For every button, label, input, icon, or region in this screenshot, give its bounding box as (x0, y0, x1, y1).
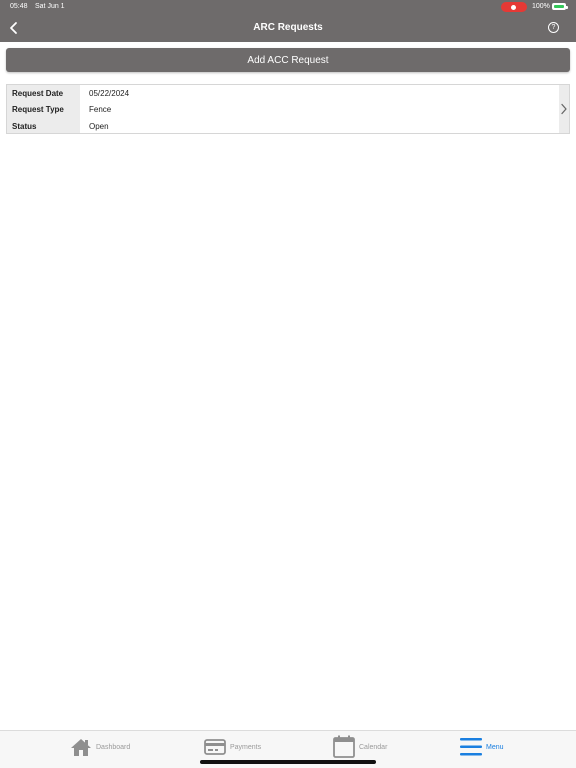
tab-dashboard-label: Dashboard (96, 743, 131, 751)
request-date-label: Request Date (12, 89, 64, 98)
request-type-label: Request Type (12, 105, 64, 114)
add-acc-request-button[interactable]: Add ACC Request (6, 48, 570, 72)
tab-calendar[interactable]: Calendar (333, 735, 387, 759)
tab-payments-label: Payments (230, 743, 262, 751)
request-status-label: Status (12, 122, 37, 131)
request-date-value: 05/22/2024 (89, 89, 130, 98)
request-detail-button[interactable] (559, 85, 569, 133)
request-type-value: Fence (89, 105, 112, 114)
question-circle-icon: ? (551, 24, 556, 31)
tab-dashboard[interactable]: Dashboard (70, 735, 130, 759)
tab-menu[interactable]: Menu (460, 735, 504, 759)
help-button[interactable]: ? (548, 22, 559, 33)
home-icon (71, 739, 91, 756)
status-bar: 05:48 Sat Jun 1 100% (0, 0, 576, 14)
screen-recording-icon (501, 2, 527, 12)
hamburger-icon (460, 738, 482, 756)
tab-payments[interactable]: Payments (204, 735, 261, 759)
battery-percentage: 100% (532, 3, 550, 10)
tab-menu-label: Menu (486, 743, 504, 751)
home-indicator[interactable] (200, 760, 376, 764)
battery-icon (552, 3, 568, 10)
calendar-icon (333, 735, 355, 758)
request-list-item[interactable]: Request Date 05/22/2024 Request Type Fen… (6, 84, 570, 134)
status-date: Sat Jun 1 (35, 3, 65, 10)
card-icon (204, 739, 226, 755)
request-status-value: Open (89, 122, 109, 131)
page-title: ARC Requests (253, 22, 323, 33)
navigation-bar: ARC Requests ? (0, 14, 576, 42)
tab-calendar-label: Calendar (359, 743, 388, 751)
chevron-right-icon (561, 103, 567, 115)
status-time: 05:48 (10, 3, 28, 10)
